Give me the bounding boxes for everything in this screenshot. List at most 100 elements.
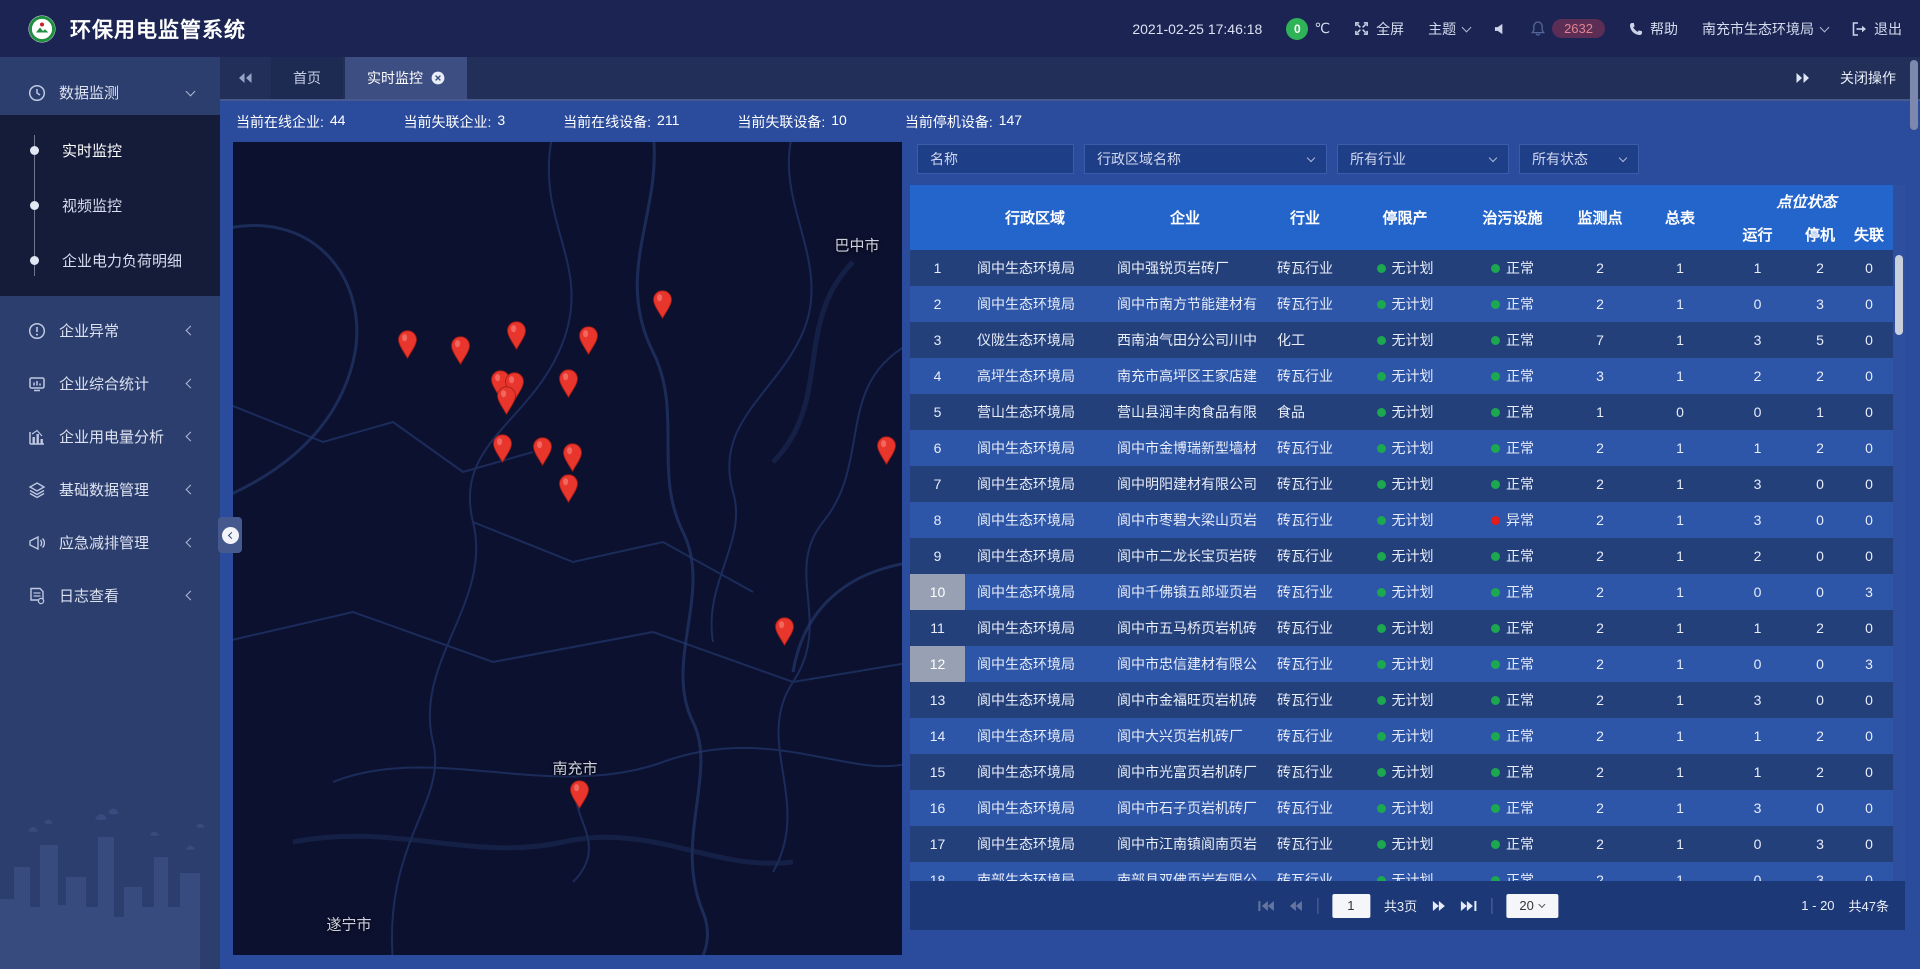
logout-button[interactable]: 退出 xyxy=(1852,19,1902,39)
map-pin[interactable] xyxy=(774,617,795,646)
tab-realtime-monitor[interactable]: 实时监控 xyxy=(345,57,467,99)
sidebar-item-video-monitor[interactable]: 视频监控 xyxy=(0,178,220,233)
map-pin[interactable] xyxy=(532,437,553,466)
table-row[interactable]: 5营山生态环境局营山县润丰肉食品有限食品无计划正常10010 xyxy=(910,394,1893,430)
cell-region: 阆中生态环境局 xyxy=(965,574,1105,610)
chevron-down-icon xyxy=(1820,22,1830,32)
table-header: 行政区域 企业 行业 停限产 治污设施 监测点 总表 点位状态 运行 停机 失联 xyxy=(910,185,1905,250)
table-row[interactable]: 11阆中生态环境局阆中市五马桥页岩机砖砖瓦行业无计划正常21120 xyxy=(910,610,1893,646)
cell-meters: 1 xyxy=(1640,826,1720,862)
sidebar-item-realtime-monitor[interactable]: 实时监控 xyxy=(0,123,220,178)
table-row[interactable]: 14阆中生态环境局阆中大兴页岩机砖厂砖瓦行业无计划正常21120 xyxy=(910,718,1893,754)
sidebar-item-log-view[interactable]: 日志查看 xyxy=(0,569,220,622)
table-row[interactable]: 7阆中生态环境局阆中明阳建材有限公司砖瓦行业无计划正常21300 xyxy=(910,466,1893,502)
sidebar-item-power-analysis[interactable]: 企业用电量分析 xyxy=(0,410,220,463)
sidebar-item-enterprise-statistics[interactable]: 企业综合统计 xyxy=(0,357,220,410)
cell-region: 阆中生态环境局 xyxy=(965,538,1105,574)
table-scrollbar[interactable] xyxy=(1893,185,1905,881)
table-row[interactable]: 4高坪生态环境局南充市高坪区王家店建砖瓦行业无计划正常31220 xyxy=(910,358,1893,394)
table-row[interactable]: 16阆中生态环境局阆中市石子页岩机砖厂砖瓦行业无计划正常21300 xyxy=(910,790,1893,826)
status-filter-select[interactable]: 所有状态 xyxy=(1519,144,1639,174)
map-pin[interactable] xyxy=(450,336,471,365)
map-pin[interactable] xyxy=(506,321,527,350)
region-filter-select[interactable]: 行政区域名称 xyxy=(1084,144,1327,174)
map-pin[interactable] xyxy=(652,290,673,319)
table-row[interactable]: 3仪陇生态环境局西南油气田分公司川中化工无计划正常71350 xyxy=(910,322,1893,358)
map-pin[interactable] xyxy=(562,443,583,472)
phone-icon xyxy=(1629,22,1643,36)
table-row[interactable]: 17阆中生态环境局阆中市江南镇阆南页岩砖瓦行业无计划正常21030 xyxy=(910,826,1893,862)
table-row[interactable]: 10阆中生态环境局阆中千佛镇五郎垭页岩砖瓦行业无计划正常21003 xyxy=(910,574,1893,610)
column-header-stopped: 停机 xyxy=(1795,218,1845,250)
map-pin[interactable] xyxy=(876,436,897,465)
table-scrollbar-thumb[interactable] xyxy=(1895,255,1903,335)
close-operations-button[interactable]: 关闭操作 xyxy=(1840,68,1896,88)
cell-points: 2 xyxy=(1560,538,1640,574)
speaker-mute-icon[interactable] xyxy=(1494,22,1507,36)
map-pin[interactable] xyxy=(496,386,517,415)
table-row[interactable]: 8阆中生态环境局阆中市枣碧大梁山页岩砖瓦行业无计划异常21300 xyxy=(910,502,1893,538)
cell-meters: 1 xyxy=(1640,718,1720,754)
cell-halt-status: 无计划 xyxy=(1345,790,1465,826)
help-button[interactable]: 帮助 xyxy=(1629,19,1678,39)
user-menu[interactable]: 南充市生态环境局 xyxy=(1702,19,1828,39)
cell-company: 阆中市二龙长宝页岩砖 xyxy=(1105,538,1265,574)
table-row[interactable]: 15阆中生态环境局阆中市光富页岩机砖厂砖瓦行业无计划正常21120 xyxy=(910,754,1893,790)
table-row[interactable]: 9阆中生态环境局阆中市二龙长宝页岩砖砖瓦行业无计划正常21200 xyxy=(910,538,1893,574)
name-filter-input[interactable]: 名称 xyxy=(917,144,1074,174)
map-panel[interactable]: 巴中市南充市遂宁市 xyxy=(233,142,902,955)
stat-offline-companies: 当前失联企业:3 xyxy=(403,112,505,132)
table-row[interactable]: 6阆中生态环境局阆中市金博瑞新型墙材砖瓦行业无计划正常21120 xyxy=(910,430,1893,466)
cell-halt-status: 无计划 xyxy=(1345,322,1465,358)
table-row[interactable]: 1阆中生态环境局阆中强锐页岩砖厂砖瓦行业无计划正常21120 xyxy=(910,250,1893,286)
green-dot-icon xyxy=(1377,516,1386,525)
cell-industry: 砖瓦行业 xyxy=(1265,430,1345,466)
map-pin[interactable] xyxy=(569,780,590,809)
cell-points: 2 xyxy=(1560,250,1640,286)
table-row[interactable]: 13阆中生态环境局阆中市金福旺页岩机砖砖瓦行业无计划正常21300 xyxy=(910,682,1893,718)
layers-icon xyxy=(28,481,46,499)
page-size-select[interactable]: 20 xyxy=(1506,894,1558,918)
map-pin[interactable] xyxy=(578,326,599,355)
tabs-scroll-left-button[interactable] xyxy=(220,57,271,99)
cell-facility-status: 正常 xyxy=(1465,754,1560,790)
notifications-button[interactable]: 2632 xyxy=(1531,19,1605,38)
cell-run-count: 1 xyxy=(1720,754,1795,790)
tab-close-icon[interactable] xyxy=(431,71,445,85)
map-roads xyxy=(233,142,902,955)
sidebar-item-emergency-reduction[interactable]: 应急减排管理 xyxy=(0,516,220,569)
pagination-divider xyxy=(1491,898,1492,914)
theme-selector[interactable]: 主题 xyxy=(1428,19,1470,39)
tabs-scroll-right-button[interactable] xyxy=(1795,72,1810,84)
fullscreen-button[interactable]: 全屏 xyxy=(1354,19,1404,39)
column-header-index xyxy=(910,185,965,250)
cell-facility-status: 正常 xyxy=(1465,358,1560,394)
pagination-next-button[interactable] xyxy=(1431,900,1446,912)
page-scrollbar-thumb[interactable] xyxy=(1910,60,1918,130)
pagination-last-button[interactable] xyxy=(1460,900,1477,912)
cell-points: 2 xyxy=(1560,682,1640,718)
sidebar-item-power-load-detail[interactable]: 企业电力负荷明细 xyxy=(0,233,220,288)
table-row[interactable]: 18南部生态环境局南部县双佛页岩有限公砖瓦行业无计划正常21030 xyxy=(910,862,1893,881)
app-logo-icon xyxy=(28,15,56,43)
cell-region: 阆中生态环境局 xyxy=(965,430,1105,466)
filter-bar: 名称 行政区域名称 所有行业 所有状态 xyxy=(917,144,1639,174)
map-pin[interactable] xyxy=(397,330,418,359)
pagination-prev-button[interactable] xyxy=(1288,900,1303,912)
sidebar-collapse-handle[interactable] xyxy=(218,517,242,553)
industry-filter-select[interactable]: 所有行业 xyxy=(1337,144,1509,174)
table-row[interactable]: 2阆中生态环境局阆中市南方节能建材有砖瓦行业无计划正常21030 xyxy=(910,286,1893,322)
next-page-icon xyxy=(1431,900,1446,912)
pagination-page-input[interactable] xyxy=(1332,894,1370,918)
pagination-first-button[interactable] xyxy=(1257,900,1274,912)
sidebar-item-base-data[interactable]: 基础数据管理 xyxy=(0,463,220,516)
map-pin[interactable] xyxy=(558,474,579,503)
table-row[interactable]: 12阆中生态环境局阆中市忠信建材有限公砖瓦行业无计划正常21003 xyxy=(910,646,1893,682)
sidebar-item-enterprise-abnormal[interactable]: 企业异常 xyxy=(0,304,220,357)
sidebar-item-data-monitoring[interactable]: 数据监测 xyxy=(0,70,220,115)
map-pin[interactable] xyxy=(492,434,513,463)
map-pin[interactable] xyxy=(558,369,579,398)
cell-points: 2 xyxy=(1560,718,1640,754)
row-number: 3 xyxy=(910,322,965,358)
tab-home[interactable]: 首页 xyxy=(271,57,343,99)
